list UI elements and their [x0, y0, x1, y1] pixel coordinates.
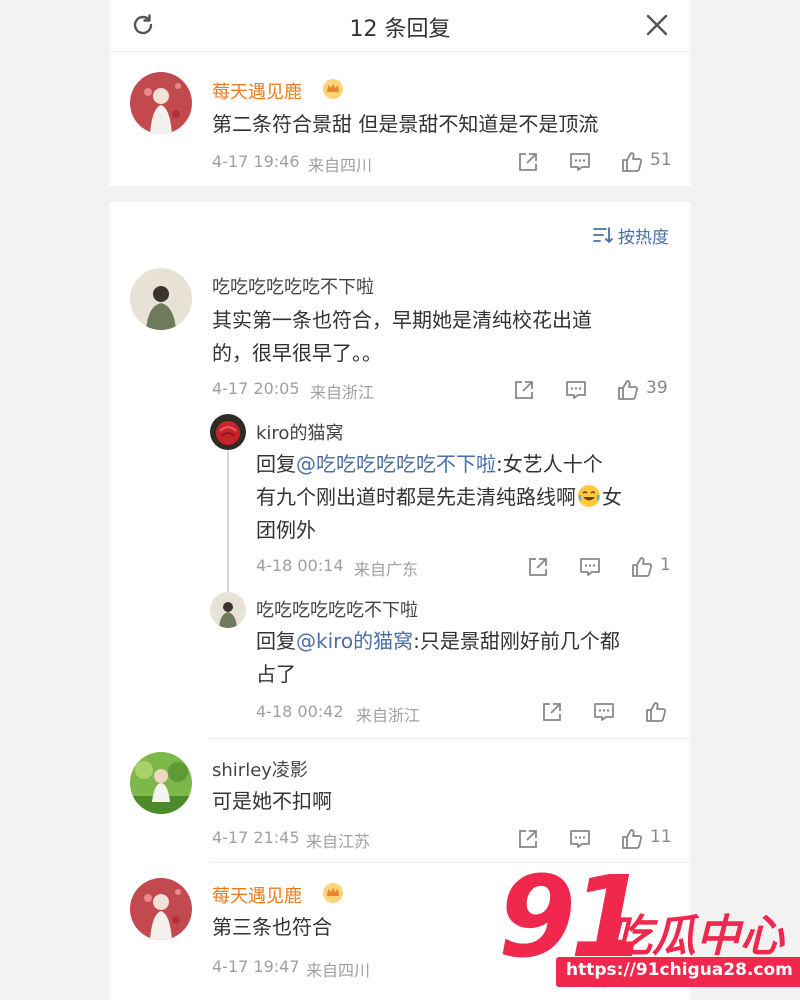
- share-icon[interactable]: [516, 827, 540, 853]
- timestamp: 4-17 19:46: [212, 152, 300, 171]
- comment-text-line: 其实第一条也符合，早期她是清纯校花出道: [212, 308, 592, 332]
- close-icon[interactable]: [644, 12, 670, 38]
- reply-actions: 1: [526, 555, 686, 581]
- username[interactable]: 莓天遇见鹿: [212, 882, 302, 908]
- divider: [210, 738, 690, 739]
- like-icon[interactable]: [616, 378, 640, 404]
- reply-text: 有九个刚出道时都是先走清纯路线啊: [256, 485, 576, 509]
- avatar[interactable]: [130, 72, 192, 134]
- username[interactable]: shirley凌影: [212, 756, 308, 782]
- thread-line: [227, 450, 229, 598]
- sort-label: 按热度: [618, 228, 669, 248]
- comment-icon[interactable]: [568, 827, 592, 853]
- watermark-logo-text: 吃瓜中心: [608, 911, 784, 962]
- vip-crown-icon: [322, 78, 344, 104]
- reply-text-line: 团例外: [256, 518, 316, 542]
- reply-prefix: 回复: [256, 452, 296, 476]
- like-count: 39: [646, 378, 668, 398]
- like-icon[interactable]: [620, 150, 644, 176]
- like-icon[interactable]: [620, 827, 644, 853]
- mention-link[interactable]: @kiro的猫窝: [296, 629, 413, 653]
- section-divider: [110, 186, 690, 202]
- share-icon[interactable]: [540, 700, 564, 726]
- timestamp: 4-18 00:42: [256, 702, 344, 721]
- comment-text-line: 第三条也符合: [212, 915, 332, 939]
- reply-text-line: 占了: [256, 662, 296, 686]
- avatar[interactable]: [210, 592, 246, 628]
- avatar[interactable]: [130, 878, 192, 940]
- like-count: 51: [650, 150, 672, 170]
- location: 来自四川: [306, 961, 371, 980]
- reply-prefix: 回复: [256, 629, 296, 653]
- location: 来自四川: [308, 156, 373, 175]
- comment-text-line: 的，很早很早了。。: [212, 341, 382, 365]
- comment-actions: 51: [516, 150, 686, 176]
- avatar[interactable]: [130, 752, 192, 814]
- comment-icon[interactable]: [568, 150, 592, 176]
- like-icon[interactable]: [644, 700, 668, 726]
- username[interactable]: 吃吃吃吃吃吃不下啦: [212, 273, 374, 299]
- vip-crown-icon: [322, 882, 344, 908]
- comment-text-line: 可是她不扣啊: [212, 789, 332, 813]
- comment-actions: 39: [512, 378, 682, 404]
- username[interactable]: 莓天遇见鹿: [212, 78, 302, 104]
- location: 来自浙江: [310, 383, 375, 402]
- comment-text: 第二条符合景甜 但是景甜不知道是不是顶流: [212, 112, 599, 136]
- like-count: 11: [650, 827, 672, 847]
- location: 来自广东: [354, 560, 419, 579]
- sheet-header: 12 条回复: [110, 0, 690, 52]
- location: 来自江苏: [306, 832, 371, 851]
- sort-icon: [592, 224, 614, 250]
- reply-text: :只是景甜刚好前几个都: [413, 629, 620, 653]
- like-icon[interactable]: [630, 555, 654, 581]
- laugh-cry-emoji-icon: [577, 484, 601, 518]
- comment-actions: 11: [516, 827, 686, 853]
- timestamp: 4-17 20:05: [212, 379, 300, 398]
- timestamp: 4-18 00:14: [256, 556, 344, 575]
- comment-icon[interactable]: [578, 555, 602, 581]
- like-count: 1: [660, 555, 671, 575]
- share-icon[interactable]: [512, 378, 536, 404]
- avatar[interactable]: [130, 268, 192, 330]
- location: 来自浙江: [356, 706, 421, 725]
- comment-icon[interactable]: [592, 700, 616, 726]
- reply-text-line: 回复@吃吃吃吃吃吃不下啦:女艺人十个: [256, 448, 603, 481]
- share-icon[interactable]: [516, 150, 540, 176]
- reply-text-line: 回复@kiro的猫窝:只是景甜刚好前几个都: [256, 625, 620, 658]
- mention-link[interactable]: @吃吃吃吃吃吃不下啦: [296, 452, 496, 476]
- username[interactable]: kiro的猫窝: [256, 419, 343, 445]
- reply-actions: [540, 700, 670, 726]
- reply-text-line: 有九个刚出道时都是先走清纯路线啊 女: [256, 481, 622, 518]
- username[interactable]: 吃吃吃吃吃吃不下啦: [256, 596, 418, 622]
- reply-text: 女: [602, 485, 622, 509]
- share-icon[interactable]: [526, 555, 550, 581]
- reply-text: :女艺人十个: [496, 452, 603, 476]
- comment-icon[interactable]: [564, 378, 588, 404]
- timestamp: 4-17 19:47: [212, 957, 300, 976]
- timestamp: 4-17 21:45: [212, 828, 300, 847]
- replies-sheet: 12 条回复 莓天遇见鹿 第二条符合景甜 但是景甜不知道是不是顶流 4-17 1…: [110, 0, 690, 1000]
- sort-by-hot-button[interactable]: 按热度: [592, 223, 669, 250]
- page-title: 12 条回复: [349, 17, 451, 42]
- avatar[interactable]: [210, 414, 246, 450]
- watermark-url: https://91chigua28.com: [556, 957, 800, 987]
